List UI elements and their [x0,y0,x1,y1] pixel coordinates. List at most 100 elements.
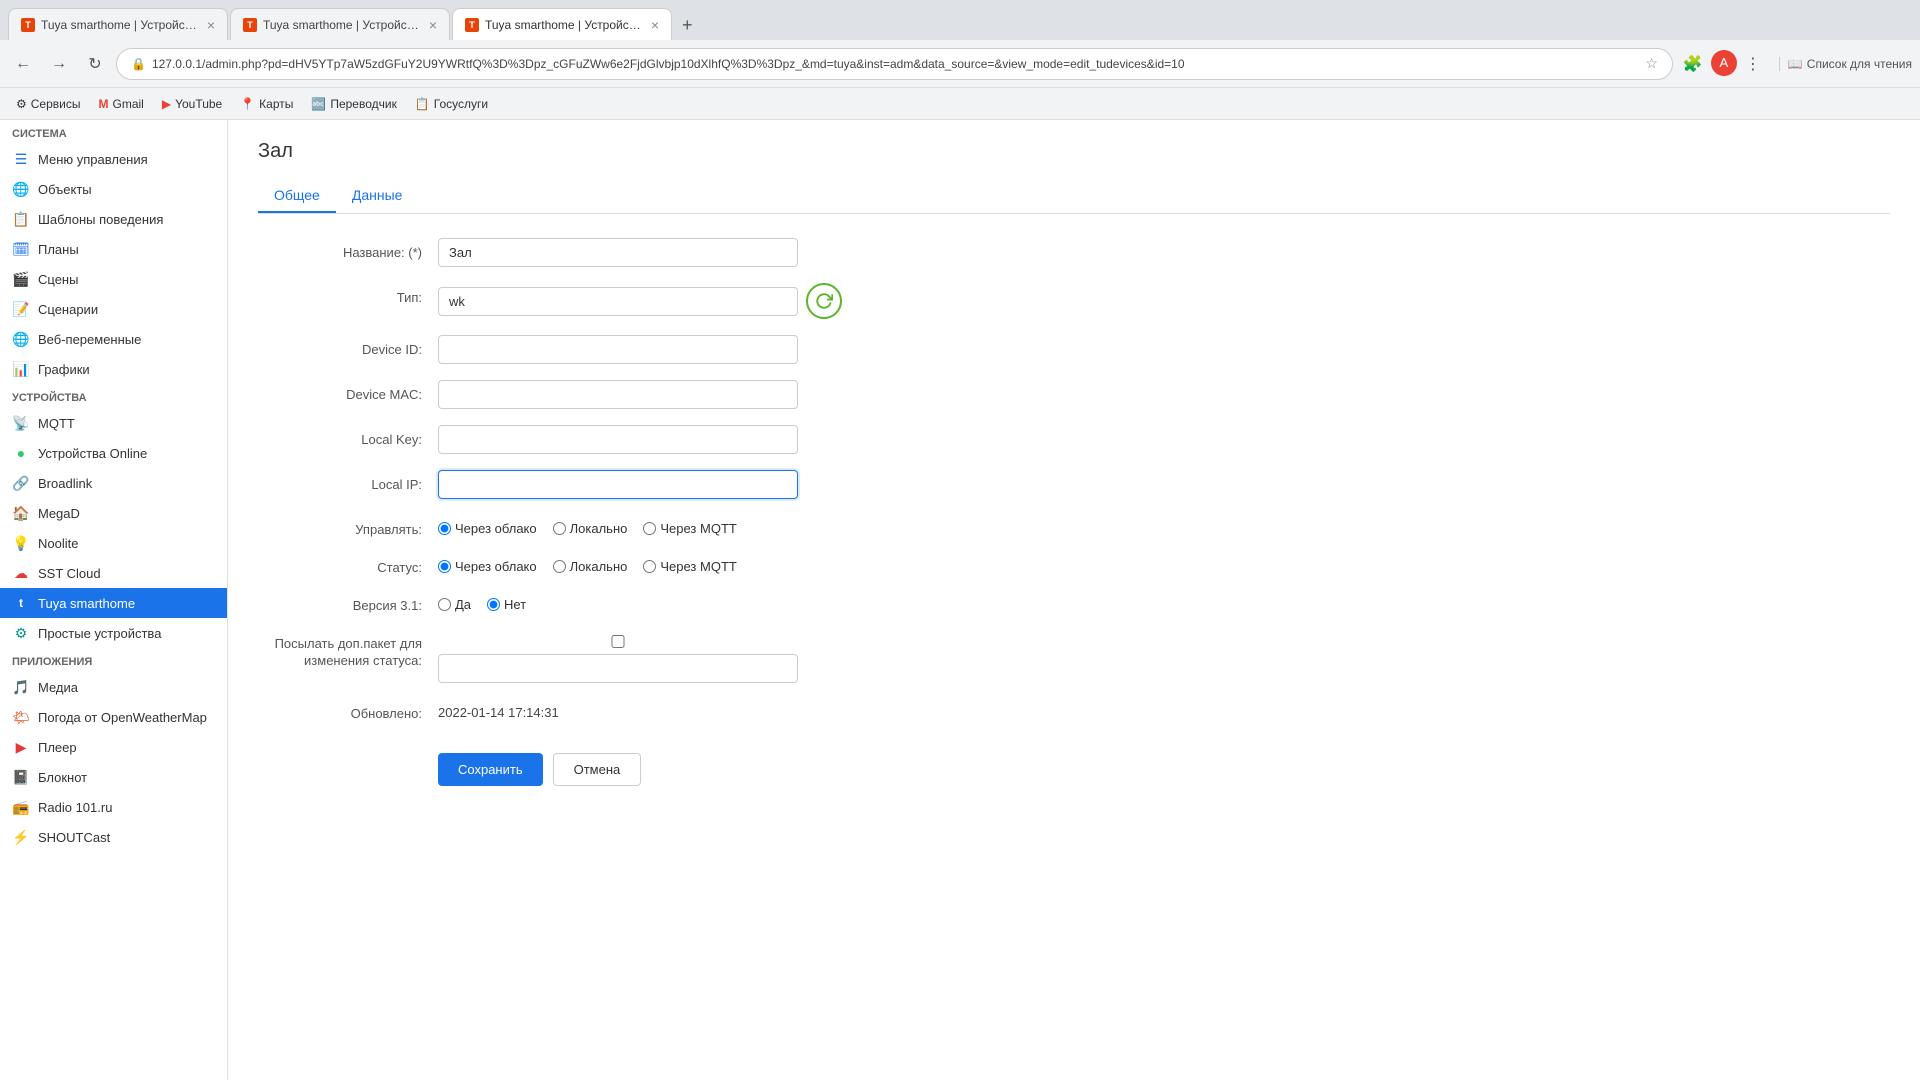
sidebar-item-scenarios[interactable]: 📝 Сценарии [0,294,227,324]
profile-button[interactable]: А [1711,50,1737,76]
sidebar-item-notepad[interactable]: 📓 Блокнот [0,762,227,792]
tab-close-3[interactable]: × [651,17,659,33]
sidebar-label-radio: Radio 101.ru [38,800,112,815]
sidebar-item-shoutcast[interactable]: ⚡ SHOUTCast [0,822,227,852]
sidebar-item-tuya[interactable]: t Tuya smarthome [0,588,227,618]
form-group-local-key: Local Key: [258,425,1890,454]
bookmark-maps[interactable]: 📍 Карты [232,94,301,114]
tab-favicon-2: T [243,18,257,32]
sidebar-item-broadlink[interactable]: 🔗 Broadlink [0,468,227,498]
back-button[interactable]: ← [8,49,38,79]
menu-icon: ☰ [12,150,30,168]
browser-tab-1[interactable]: T Tuya smarthome | Устройства | × [8,8,228,40]
local-ip-label: Local IP: [258,470,438,492]
version-no-label: Нет [504,597,526,612]
forward-button[interactable]: → [44,49,74,79]
sidebar-item-noolite[interactable]: 💡 Noolite [0,528,227,558]
bookmark-star[interactable]: ☆ [1645,55,1658,72]
status-local[interactable]: Локально [553,559,628,574]
bookmark-gmail-icon: M [98,97,108,111]
manage-mqtt-label: Через MQTT [660,521,736,536]
tab-general[interactable]: Общее [258,179,336,213]
tab-data[interactable]: Данные [336,179,419,213]
sidebar-item-weather[interactable]: 🌤 Погода от OpenWeatherMap [0,702,227,732]
reload-button[interactable]: ↻ [80,49,110,79]
status-cloud-radio[interactable] [438,560,451,573]
version-no[interactable]: Нет [487,597,526,612]
sidebar-item-mqtt[interactable]: 📡 MQTT [0,408,227,438]
manage-cloud[interactable]: Через облако [438,521,537,536]
tab-close-2[interactable]: × [429,17,437,33]
extensions-button[interactable]: 🧩 [1679,50,1707,78]
local-key-input[interactable] [438,425,798,454]
bookmark-youtube[interactable]: ▶ YouTube [154,94,230,114]
refresh-type-button[interactable] [806,283,842,319]
sidebar-item-plans[interactable]: 🗓 Планы [0,234,227,264]
status-mqtt[interactable]: Через MQTT [643,559,736,574]
sidebar-label-charts: Графики [38,362,90,377]
status-local-radio[interactable] [553,560,566,573]
sidebar-section-devices: Устройства [0,384,227,408]
sidebar-item-devices-online[interactable]: ● Устройства Online [0,438,227,468]
sidebar-label-simple-devices: Простые устройства [38,626,161,641]
manage-mqtt-radio[interactable] [643,522,656,535]
tab-close-1[interactable]: × [207,17,215,33]
name-input[interactable] [438,238,798,267]
objects-icon: 🌐 [12,180,30,198]
templates-icon: 📋 [12,210,30,228]
version-yes-radio[interactable] [438,598,451,611]
sidebar-item-radio[interactable]: 📻 Radio 101.ru [0,792,227,822]
extra-packet-input[interactable] [438,654,798,683]
status-mqtt-radio[interactable] [643,560,656,573]
manage-local[interactable]: Локально [553,521,628,536]
address-bar[interactable]: 🔒 127.0.0.1/admin.php?pd=dHV5YTp7aW5zdGF… [116,48,1673,80]
form-group-type: Тип: [258,283,1890,319]
bookmark-gosuslugi[interactable]: 📋 Госуслуги [407,94,496,114]
sidebar-item-simple-devices[interactable]: ⚙ Простые устройства [0,618,227,648]
version-label: Версия 3.1: [258,591,438,613]
sst-icon: ☁ [12,564,30,582]
sidebar-item-webvars[interactable]: 🌐 Веб-переменные [0,324,227,354]
sidebar-item-menu[interactable]: ☰ Меню управления [0,144,227,174]
form-group-extra-packet: Посылать доп.пакет для изменения статуса… [258,629,1890,683]
cancel-button[interactable]: Отмена [553,753,642,786]
status-cloud[interactable]: Через облако [438,559,537,574]
sidebar-label-scenes: Сцены [38,272,78,287]
form-group-version: Версия 3.1: Да Нет [258,591,1890,613]
extra-packet-label: Посылать доп.пакет для изменения статуса… [258,629,438,670]
new-tab-button[interactable]: + [674,11,701,40]
bookmark-translate[interactable]: 🔤 Переводчик [303,94,404,114]
local-ip-input[interactable] [438,470,798,499]
device-id-input[interactable] [438,335,798,364]
sidebar-label-media: Медиа [38,680,78,695]
sidebar-item-charts[interactable]: 📊 Графики [0,354,227,384]
version-yes[interactable]: Да [438,597,471,612]
type-input[interactable] [438,287,798,316]
reading-list-label[interactable]: Список для чтения [1807,57,1912,71]
form-group-device-id: Device ID: [258,335,1890,364]
sidebar-item-templates[interactable]: 📋 Шаблоны поведения [0,204,227,234]
manage-local-label: Локально [570,521,628,536]
extra-packet-checkbox[interactable] [438,635,798,648]
menu-button[interactable]: ⋮ [1741,50,1765,78]
browser-tab-3[interactable]: T Tuya smarthome | Устройства | × [452,8,672,40]
sidebar-item-megad[interactable]: 🏠 MegaD [0,498,227,528]
manage-local-radio[interactable] [553,522,566,535]
sidebar-label-mqtt: MQTT [38,416,75,431]
manage-cloud-label: Через облако [455,521,537,536]
manage-mqtt[interactable]: Через MQTT [643,521,736,536]
version-no-radio[interactable] [487,598,500,611]
bookmark-gmail[interactable]: M Gmail [90,94,151,114]
device-mac-input[interactable] [438,380,798,409]
sidebar-item-media[interactable]: 🎵 Медиа [0,672,227,702]
sidebar-label-player: Плеер [38,740,77,755]
save-button[interactable]: Сохранить [438,753,543,786]
manage-cloud-radio[interactable] [438,522,451,535]
sidebar-item-scenes[interactable]: 🎬 Сцены [0,264,227,294]
bookmark-servisy[interactable]: ⚙ Сервисы [8,94,88,114]
sidebar-item-sst[interactable]: ☁ SST Cloud [0,558,227,588]
devices-online-icon: ● [12,444,30,462]
sidebar-item-objects[interactable]: 🌐 Объекты [0,174,227,204]
sidebar-item-player[interactable]: ▶ Плеер [0,732,227,762]
browser-tab-2[interactable]: T Tuya smarthome | Устройства | × [230,8,450,40]
